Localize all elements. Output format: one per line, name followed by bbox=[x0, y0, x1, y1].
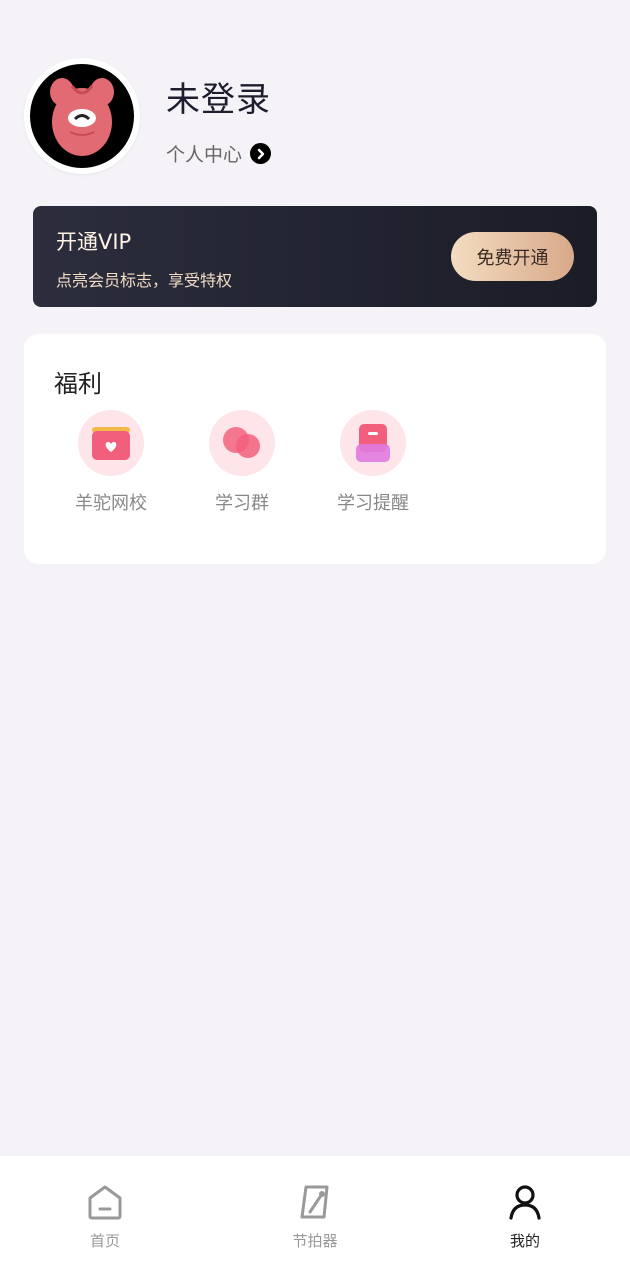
group-icon bbox=[209, 410, 275, 476]
profile-header: 未登录 个人中心 bbox=[24, 58, 606, 174]
nav-item-metronome[interactable]: 节拍器 bbox=[210, 1156, 420, 1280]
benefit-label: 学习提醒 bbox=[337, 493, 409, 514]
benefits-title: 福利 bbox=[54, 370, 102, 398]
alpaca-avatar-icon bbox=[30, 64, 134, 168]
nav-label: 首页 bbox=[89, 1232, 120, 1250]
personal-center-link[interactable]: 个人中心 bbox=[166, 140, 272, 167]
benefit-label: 羊驼网校 bbox=[75, 493, 147, 514]
nav-item-home[interactable]: 首页 bbox=[0, 1156, 210, 1280]
vip-banner[interactable]: 开通VIP 点亮会员标志，享受特权 免费开通 bbox=[33, 206, 597, 307]
benefit-label: 学习群 bbox=[215, 493, 269, 514]
nav-label: 我的 bbox=[509, 1232, 540, 1250]
gift-box-icon bbox=[78, 410, 144, 476]
chevron-right-icon bbox=[250, 143, 272, 164]
nav-label: 节拍器 bbox=[292, 1232, 338, 1250]
benefit-item-study-group[interactable]: 学习群 bbox=[177, 410, 307, 515]
home-icon bbox=[86, 1184, 124, 1224]
username: 未登录 bbox=[166, 80, 271, 120]
nav-item-mine[interactable]: 我的 bbox=[420, 1156, 630, 1280]
benefits-card: 福利 羊驼网校 学习群 学习提醒 bbox=[24, 334, 606, 564]
benefit-item-study-reminder[interactable]: 学习提醒 bbox=[308, 410, 438, 515]
metronome-icon bbox=[297, 1184, 333, 1224]
bottom-nav: 首页 节拍器 我的 bbox=[0, 1156, 630, 1280]
benefit-item-online-school[interactable]: 羊驼网校 bbox=[46, 410, 176, 515]
vip-subtitle: 点亮会员标志，享受特权 bbox=[56, 271, 233, 290]
avatar[interactable] bbox=[24, 58, 140, 174]
free-activate-button[interactable]: 免费开通 bbox=[451, 232, 574, 281]
personal-center-label: 个人中心 bbox=[166, 144, 243, 166]
vip-title: 开通VIP bbox=[56, 230, 132, 254]
reminder-icon bbox=[340, 410, 406, 476]
person-icon bbox=[507, 1184, 543, 1224]
